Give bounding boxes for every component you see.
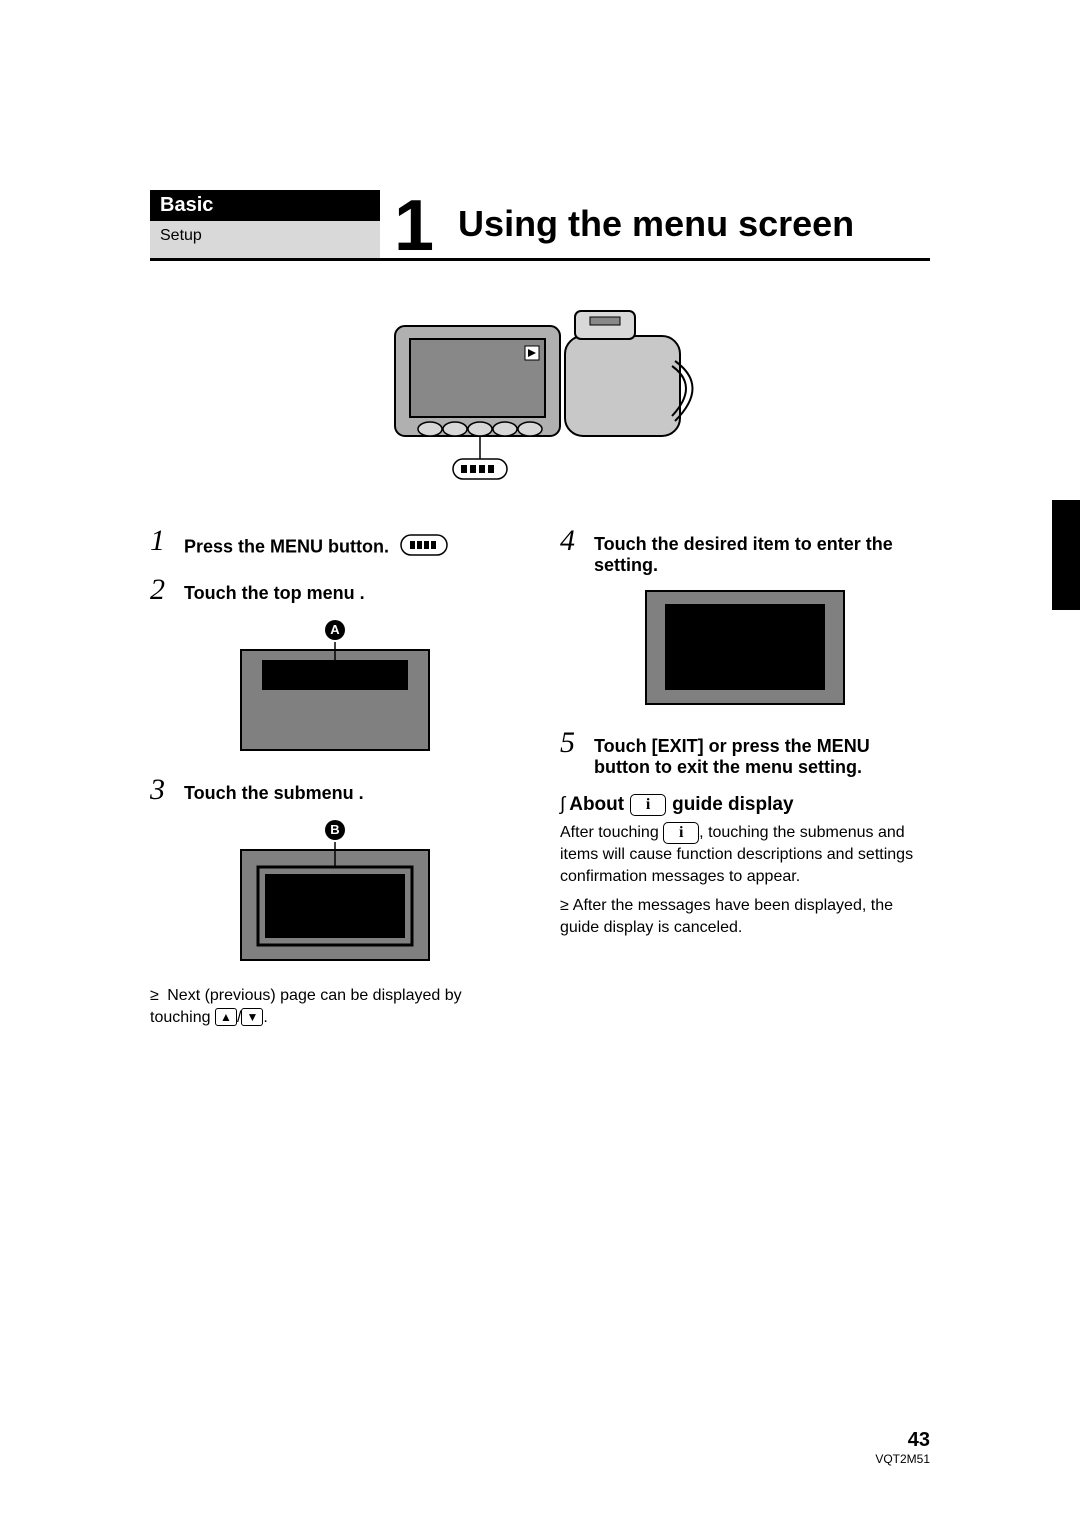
doc-code: VQT2M51 bbox=[875, 1452, 930, 1466]
chapter-number: 1 bbox=[380, 190, 452, 262]
guide-heading-prefix: About bbox=[560, 794, 624, 816]
screen-a-icon bbox=[240, 642, 430, 752]
two-column-layout: 1 Press the MENU button. 2 Touch the top… bbox=[150, 526, 930, 1028]
step-3-text: Touch the submenu . bbox=[184, 775, 520, 804]
down-arrow-icon: ▼ bbox=[241, 1008, 263, 1026]
chapter-header: Basic Setup 1 Using the menu screen bbox=[150, 190, 930, 261]
step-2-text: Touch the top menu . bbox=[184, 575, 520, 604]
page-number: 43 bbox=[875, 1429, 930, 1452]
callout-a-figure: A bbox=[150, 619, 520, 757]
right-column: 4 Touch the desired item to enter the se… bbox=[560, 526, 930, 1028]
screen-4-figure bbox=[560, 590, 930, 710]
page-footer: 43 VQT2M51 bbox=[875, 1429, 930, 1466]
step-1: 1 Press the MENU button. bbox=[150, 526, 520, 561]
info-icon-inline: i bbox=[663, 822, 699, 844]
guide-heading: About i guide display bbox=[560, 794, 930, 816]
guide-body: After touching i, touching the submenus … bbox=[560, 822, 930, 887]
left-column: 1 Press the MENU button. 2 Touch the top… bbox=[150, 526, 520, 1028]
step-2-number: 2 bbox=[150, 575, 184, 605]
callout-a-label: A bbox=[325, 620, 345, 640]
info-icon: i bbox=[630, 794, 666, 816]
guide-note: After the messages have been displayed, … bbox=[560, 895, 930, 938]
step-3-note: Next (previous) page can be displayed by… bbox=[150, 985, 520, 1028]
page-title: Using the menu screen bbox=[452, 203, 854, 245]
step-5: 5 Touch [EXIT] or press the MENU button … bbox=[560, 728, 930, 778]
step-4-number: 4 bbox=[560, 526, 594, 556]
step-1-text: Press the MENU button. bbox=[184, 526, 520, 561]
guide-heading-suffix: guide display bbox=[672, 794, 793, 816]
camera-illustration bbox=[150, 291, 930, 496]
header-left-block: Basic Setup bbox=[150, 190, 380, 258]
step-5-text: Touch [EXIT] or press the MENU button to… bbox=[594, 728, 930, 778]
step-3-number: 3 bbox=[150, 775, 184, 805]
menu-button-icon bbox=[400, 534, 448, 561]
step-2: 2 Touch the top menu . bbox=[150, 575, 520, 605]
thumb-tab bbox=[1052, 500, 1080, 610]
subcategory-label: Setup bbox=[160, 227, 202, 245]
page-content: Basic Setup 1 Using the menu screen bbox=[0, 0, 1080, 1028]
category-bar: Basic bbox=[150, 190, 380, 221]
subcategory-block: Setup bbox=[150, 221, 380, 258]
camcorder-icon bbox=[375, 291, 705, 491]
step-3: 3 Touch the submenu . bbox=[150, 775, 520, 805]
callout-b-label: B bbox=[325, 820, 345, 840]
step-4-text: Touch the desired item to enter the sett… bbox=[594, 526, 930, 576]
step-5-number: 5 bbox=[560, 728, 594, 758]
step-1-number: 1 bbox=[150, 526, 184, 556]
callout-b-figure: B bbox=[150, 819, 520, 967]
step-4: 4 Touch the desired item to enter the se… bbox=[560, 526, 930, 576]
screen-b-icon bbox=[240, 842, 430, 962]
screen-4-icon bbox=[645, 590, 845, 705]
up-arrow-icon: ▲ bbox=[215, 1008, 237, 1026]
